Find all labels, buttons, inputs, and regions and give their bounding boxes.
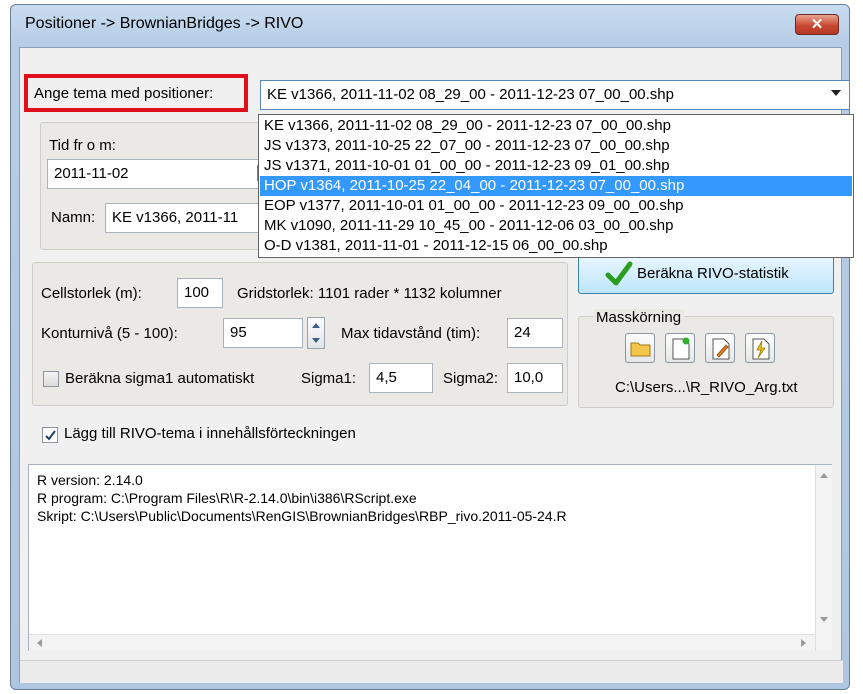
open-folder-button[interactable] [625,333,655,363]
horizontal-scrollbar[interactable] [29,634,815,651]
theme-label: Ange tema med positioner: [34,85,214,102]
sigma2-label: Sigma2: [443,370,499,387]
contour-level-input[interactable]: 95 [223,318,303,348]
log-line: R version: 2.14.0 [37,472,143,488]
dialog-client-area: Ange tema med positioner: KE v1366, 2011… [19,47,854,683]
dropdown-option[interactable]: EOP v1377, 2011-10-01 01_00_00 - 2011-12… [260,196,852,216]
scroll-down-icon[interactable] [820,617,828,622]
theme-combobox-value: KE v1366, 2011-11-02 08_29_00 - 2011-12-… [267,86,674,103]
grid-size-text: Gridstorlek: 1101 rader * 1132 kolumner [237,285,502,302]
folder-icon [630,342,651,357]
compute-rivo-button-label: Beräkna RIVO-statistik [637,265,789,282]
dropdown-option[interactable]: JS v1373, 2011-10-25 22_07_00 - 2011-12-… [260,136,852,156]
cell-size-label: Cellstorlek (m): [41,285,142,302]
contour-level-spinner[interactable] [307,317,325,349]
sigma1-label: Sigma1: [301,370,357,387]
grid-settings-group: Cellstorlek (m): 100 Gridstorlek: 1101 r… [32,262,568,406]
time-from-input[interactable]: 2011-11-02 [47,159,259,189]
new-file-icon [672,337,690,360]
log-text: R version: 2.14.0 R program: C:\Program … [37,471,567,525]
max-time-label: Max tidavstånd (tim): [341,325,481,342]
spin-up-icon[interactable] [312,323,320,328]
vertical-scrollbar[interactable] [815,465,832,651]
scroll-left-icon[interactable] [37,639,42,647]
add-to-toc-label: Lägg till RIVO-tema i innehållsförteckni… [64,425,356,442]
batch-label: Masskörning [593,309,685,326]
batch-file-path: C:\Users...\R_RIVO_Arg.txt [615,379,798,396]
batch-group: Masskörning C:\Users...\R_RIVO_Arg.txt [578,309,834,408]
dropdown-option-highlighted[interactable]: HOP v1364, 2011-10-25 22_04_00 - 2011-12… [260,176,852,196]
close-button[interactable]: ✕ [795,14,839,35]
dialog-window: Positioner -> BrownianBridges -> RIVO ✕ … [10,4,854,690]
sigma1-input[interactable]: 4,5 [369,363,433,393]
scroll-up-icon[interactable] [820,473,828,478]
log-line: Skript: C:\Users\Public\Documents\RenGIS… [37,508,567,524]
theme-dropdown-list[interactable]: KE v1366, 2011-11-02 08_29_00 - 2011-12-… [258,114,854,258]
chevron-down-icon[interactable] [831,90,841,96]
green-check-icon [605,261,633,286]
time-group: Tid fr o m: 2011-11-02 Namn: KE v1366, 2… [40,122,281,250]
scroll-right-icon[interactable] [801,639,806,647]
sigma2-input[interactable]: 10,0 [507,363,563,393]
name-input[interactable]: KE v1366, 2011-11 [105,203,281,233]
checkmark-icon [45,430,56,441]
lightning-icon [752,338,770,360]
spin-down-icon[interactable] [312,338,320,343]
new-file-button[interactable] [665,333,695,363]
time-from-label: Tid fr o m: [49,137,116,154]
run-batch-button[interactable] [745,333,775,363]
auto-sigma-checkbox[interactable] [43,371,59,387]
compute-rivo-button[interactable]: Beräkna RIVO-statistik [578,254,834,294]
add-to-toc-checkbox[interactable] [42,427,58,443]
log-line: R program: C:\Program Files\R\R-2.14.0\b… [37,490,417,506]
log-textarea[interactable]: R version: 2.14.0 R program: C:\Program … [28,464,832,651]
dropdown-option[interactable]: JS v1371, 2011-10-01 01_00_00 - 2011-12-… [260,156,852,176]
auto-sigma-label: Beräkna sigma1 automatiskt [65,370,255,387]
name-label: Namn: [51,209,96,226]
dropdown-option[interactable]: O-D v1381, 2011-11-01 - 2011-12-15 06_00… [260,236,852,256]
edit-file-icon [712,338,730,360]
cell-size-input[interactable]: 100 [177,278,223,308]
window-title: Positioner -> BrownianBridges -> RIVO [25,15,304,32]
status-bar [20,660,843,683]
theme-combobox[interactable]: KE v1366, 2011-11-02 08_29_00 - 2011-12-… [260,80,850,110]
contour-level-label: Konturnivå (5 - 100): [41,325,178,342]
dropdown-option[interactable]: MK v1090, 2011-11-29 10_45_00 - 2011-12-… [260,216,852,236]
edit-file-button[interactable] [705,333,735,363]
dropdown-option[interactable]: KE v1366, 2011-11-02 08_29_00 - 2011-12-… [260,116,852,136]
max-time-input[interactable]: 24 [507,318,563,348]
title-bar[interactable]: Positioner -> BrownianBridges -> RIVO ✕ [11,5,849,45]
